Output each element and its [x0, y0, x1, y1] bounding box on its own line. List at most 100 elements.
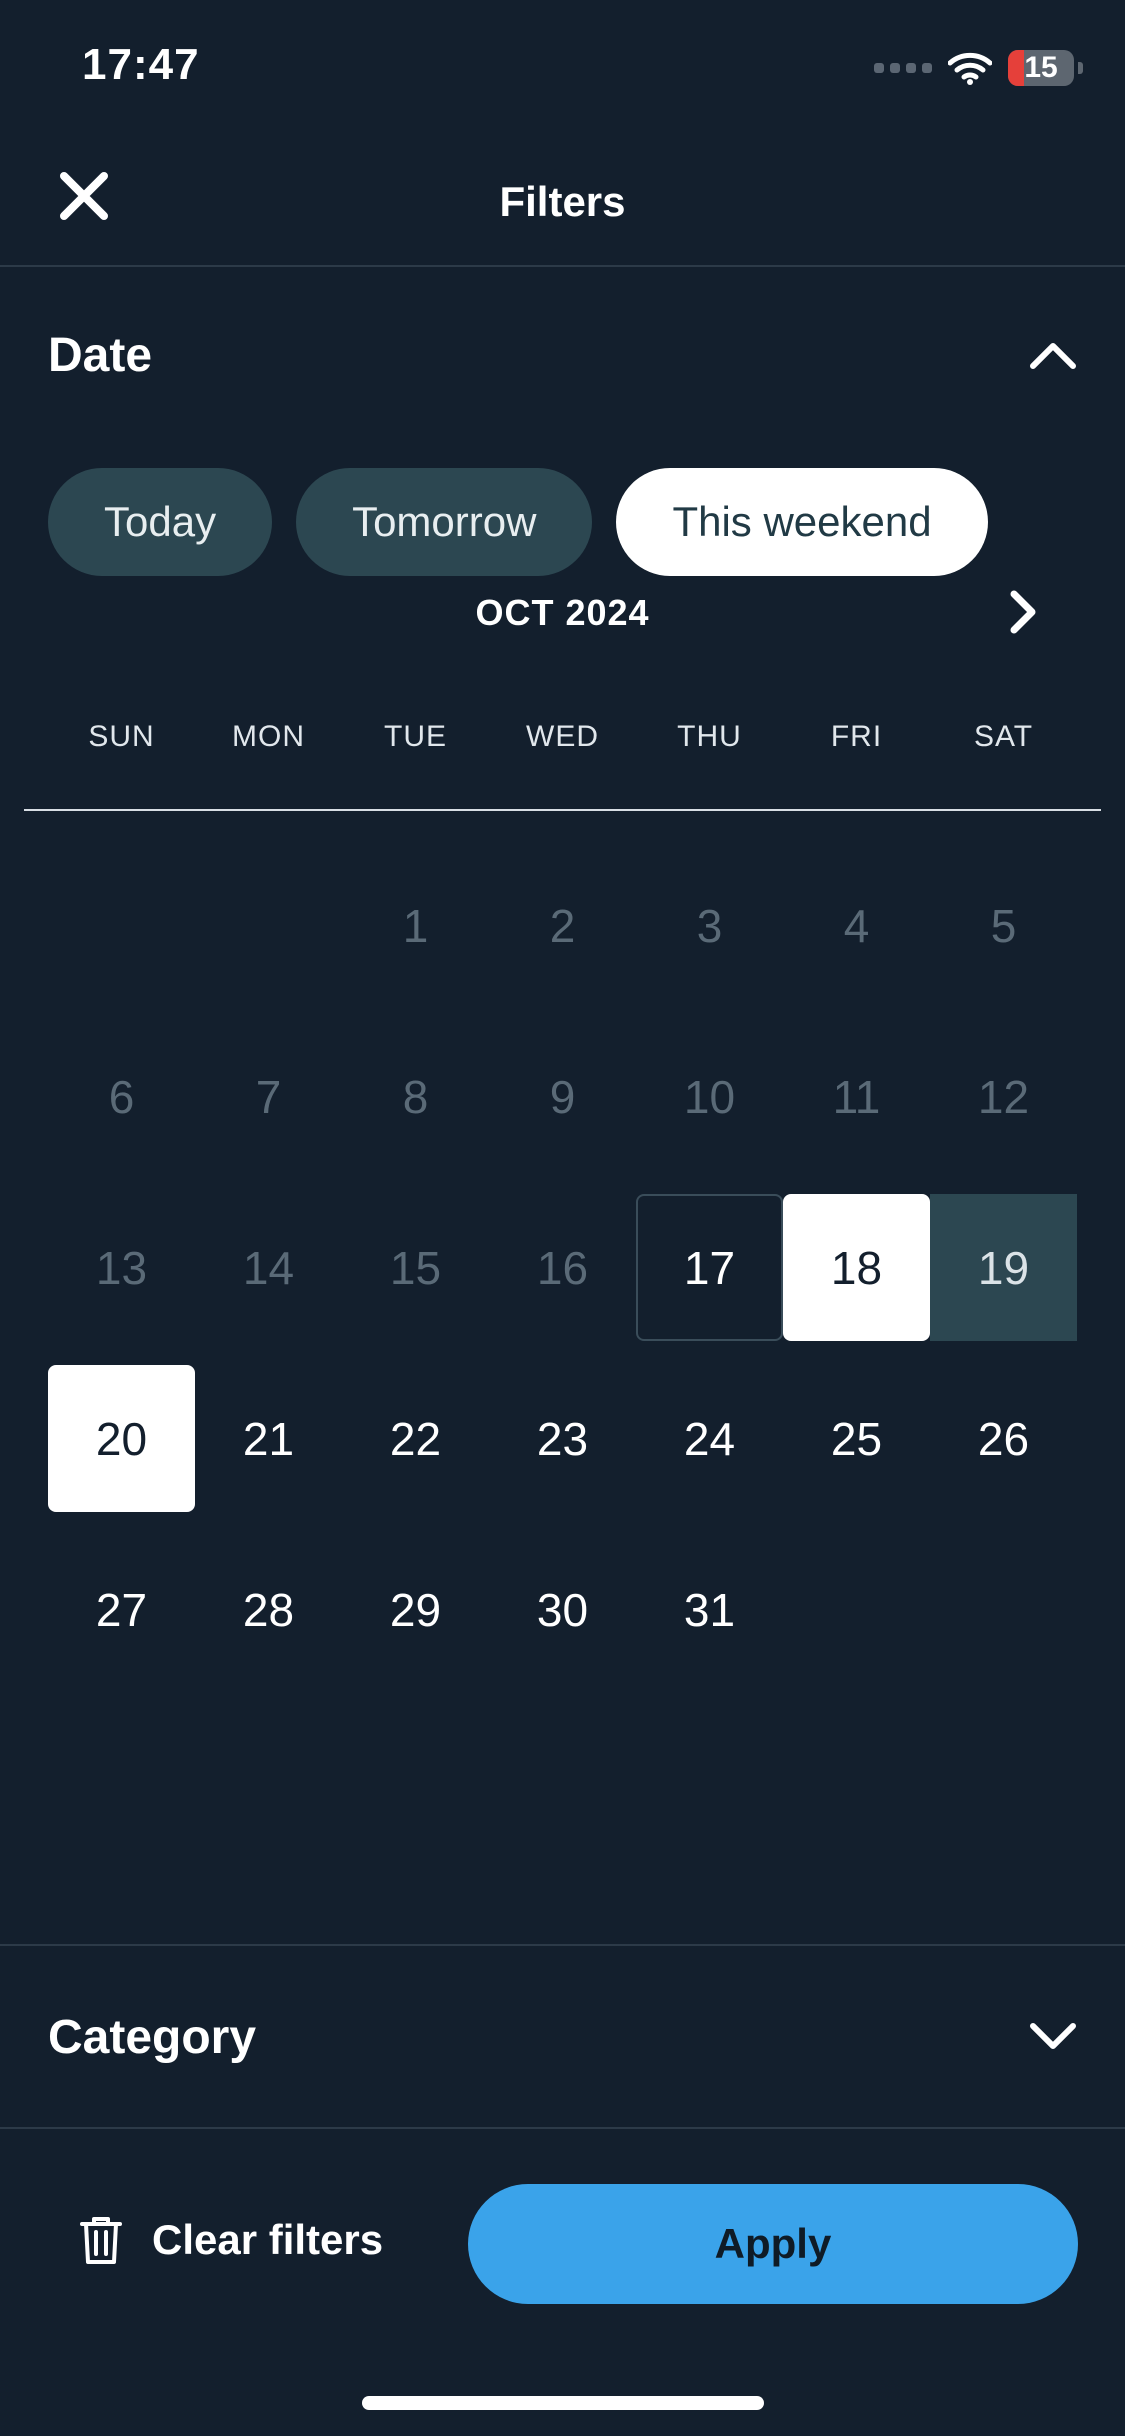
calendar-day-30[interactable]: 30 [489, 1524, 636, 1695]
calendar-day-26[interactable]: 26 [930, 1353, 1077, 1524]
weekday-label: THU [677, 720, 742, 753]
date-section-title: Date [48, 328, 153, 382]
calendar-day-number: 4 [843, 899, 870, 952]
calendar-day-11: 11 [783, 1011, 930, 1182]
section-divider [0, 1944, 1125, 1946]
calendar-day-5: 5 [930, 840, 1077, 1011]
weekday-label: FRI [830, 720, 883, 753]
home-indicator [362, 2396, 764, 2410]
calendar-day-number: 5 [990, 899, 1017, 952]
calendar-day-number: 22 [389, 1412, 442, 1465]
calendar-day-12: 12 [930, 1011, 1077, 1182]
chip-tomorrow[interactable]: Tomorrow [296, 468, 593, 576]
calendar-day-29[interactable]: 29 [342, 1524, 489, 1695]
battery-icon: 15 [1008, 50, 1074, 86]
next-month-button[interactable] [1000, 588, 1048, 636]
calendar-day-number: 3 [696, 899, 723, 952]
calendar-day-number: 27 [95, 1583, 148, 1636]
calendar-day-number: 23 [536, 1412, 589, 1465]
month-label: OCT 2024 [475, 592, 650, 633]
category-section-title: Category [48, 2010, 257, 2064]
calendar-day-number: 30 [536, 1583, 589, 1636]
calendar-day-17[interactable]: 17 [636, 1182, 783, 1353]
calendar-day-number: 14 [242, 1241, 295, 1294]
calendar-day-10: 10 [636, 1011, 783, 1182]
weekday-label: MON [232, 720, 305, 753]
calendar-day-31[interactable]: 31 [636, 1524, 783, 1695]
calendar-day-14: 14 [195, 1182, 342, 1353]
calendar-day-number: 17 [636, 1194, 783, 1341]
calendar-day-number: 6 [108, 1070, 135, 1123]
weekday-label: WED [526, 720, 599, 753]
calendar-day-number: 7 [255, 1070, 282, 1123]
calendar-day-19[interactable]: 19 [930, 1182, 1077, 1353]
calendar-day-number: 21 [242, 1412, 295, 1465]
calendar-day-4: 4 [783, 840, 930, 1011]
calendar-day-27[interactable]: 27 [48, 1524, 195, 1695]
date-section-header[interactable]: Date [48, 320, 1077, 390]
calendar-day-18[interactable]: 18 [783, 1182, 930, 1353]
calendar-day-number: 26 [977, 1412, 1030, 1465]
calendar-empty-cell [48, 840, 195, 1011]
calendar-day-2: 2 [489, 840, 636, 1011]
calendar-day-21[interactable]: 21 [195, 1353, 342, 1524]
calendar-day-13: 13 [48, 1182, 195, 1353]
chevron-right-icon [1010, 590, 1036, 634]
calendar-day-20[interactable]: 20 [48, 1353, 195, 1524]
calendar-day-number: 15 [389, 1241, 442, 1294]
calendar-day-number: 2 [549, 899, 576, 952]
chip-this-weekend[interactable]: This weekend [616, 468, 988, 576]
chip-today[interactable]: Today [48, 468, 273, 576]
calendar-day-22[interactable]: 22 [342, 1353, 489, 1524]
weekday-label: SUN [88, 720, 155, 753]
calendar-day-28[interactable]: 28 [195, 1524, 342, 1695]
calendar-day-16: 16 [489, 1182, 636, 1353]
wifi-icon [948, 52, 992, 85]
calendar-day-number: 29 [389, 1583, 442, 1636]
quick-date-chips: Today Tomorrow This weekend [48, 468, 988, 576]
calendar-day-number: 19 [930, 1194, 1077, 1341]
calendar-day-number: 10 [683, 1070, 736, 1123]
calendar-day-25[interactable]: 25 [783, 1353, 930, 1524]
chevron-up-icon [1030, 343, 1076, 369]
calendar-day-number: 13 [95, 1241, 148, 1294]
calendar-day-number: 11 [832, 1070, 881, 1123]
battery-cap [1078, 62, 1083, 74]
calendar-day-3: 3 [636, 840, 783, 1011]
calendar-day-number: 8 [402, 1070, 429, 1123]
weekday-header: SUN MON TUE WED THU FRI SAT [48, 720, 1077, 754]
status-time: 17:47 [82, 40, 200, 89]
calendar-day-number: 25 [830, 1412, 883, 1465]
chevron-down-icon [1030, 2023, 1076, 2049]
apply-button[interactable]: Apply [468, 2184, 1078, 2304]
calendar-day-number: 9 [549, 1070, 576, 1123]
weekday-label: SAT [973, 720, 1034, 753]
calendar-day-number: 1 [402, 899, 429, 952]
footer-divider [0, 2127, 1125, 2129]
calendar-day-number: 16 [536, 1241, 589, 1294]
calendar-day-9: 9 [489, 1011, 636, 1182]
trash-icon [80, 2217, 122, 2264]
calendar-day-number: 31 [683, 1583, 736, 1636]
calendar-day-15: 15 [342, 1182, 489, 1353]
calendar-day-number: 24 [683, 1412, 736, 1465]
battery-level: 15 [1024, 51, 1058, 84]
calendar-day-number: 12 [977, 1070, 1030, 1123]
calendar-day-6: 6 [48, 1011, 195, 1182]
status-icons: 15 [874, 48, 1083, 88]
clear-filters-label: Clear filters [152, 2216, 384, 2263]
calendar-day-7: 7 [195, 1011, 342, 1182]
calendar-day-number: 28 [242, 1583, 295, 1636]
weekday-label: TUE [384, 720, 447, 753]
calendar-day-number: 20 [48, 1365, 195, 1512]
cellular-signal-icon [874, 63, 932, 73]
calendar-grid: 1 2 3 4 5 6 7 8 9 10 11 12 13 14 15 16 17 18 19 20 21 22 23 24 2… [48, 840, 1077, 1695]
weekday-divider [24, 809, 1101, 811]
filters-screen: 17:47 15 Filters Date Today Tomorrow Thi… [0, 0, 1125, 2436]
category-section-header[interactable]: Category [48, 1999, 1077, 2075]
calendar-day-24[interactable]: 24 [636, 1353, 783, 1524]
calendar-day-8: 8 [342, 1011, 489, 1182]
calendar-day-23[interactable]: 23 [489, 1353, 636, 1524]
header-divider [0, 265, 1125, 267]
clear-filters-button[interactable]: Clear filters [78, 2214, 383, 2266]
